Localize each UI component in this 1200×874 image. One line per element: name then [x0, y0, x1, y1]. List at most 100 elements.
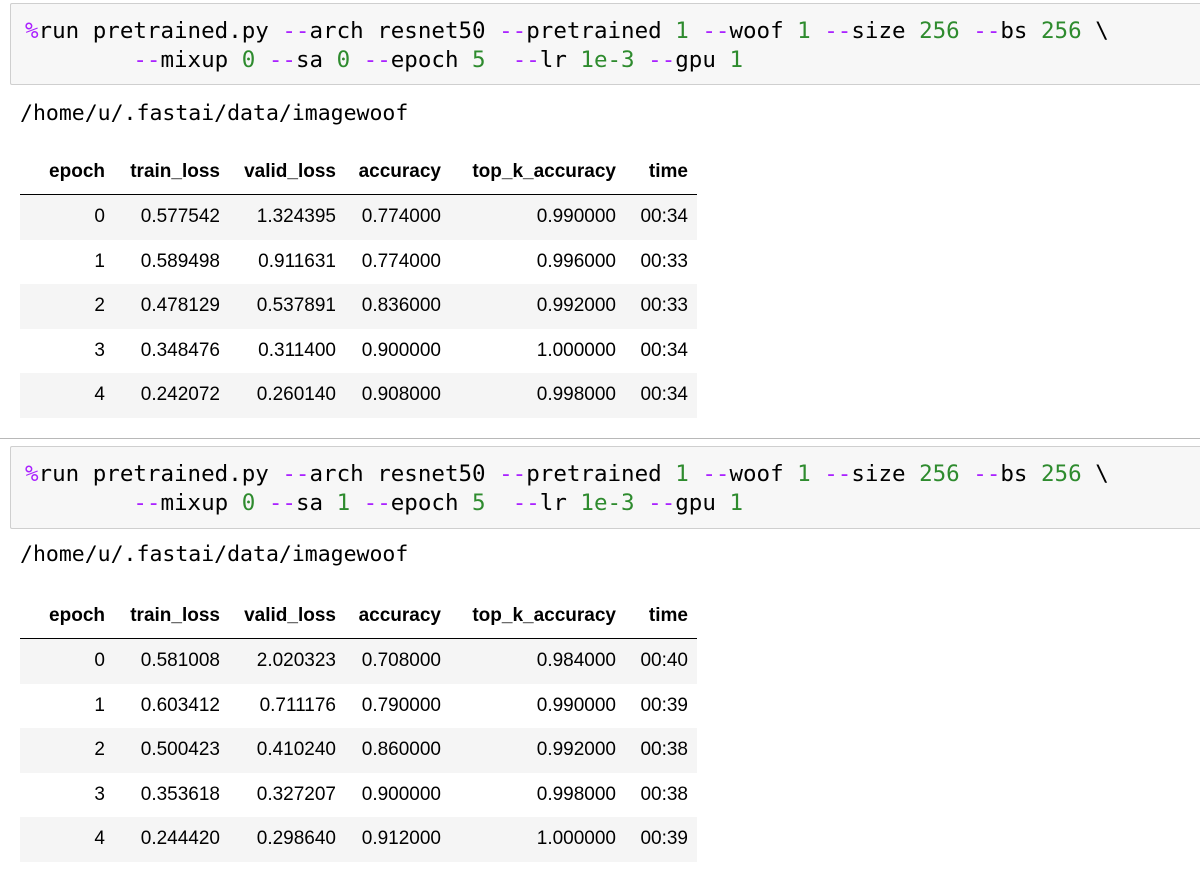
code-token: -- — [499, 461, 527, 487]
code-token: -- — [282, 18, 310, 44]
table-row: 3 0.353618 0.327207 0.900000 0.998000 00:38 — [20, 772, 697, 817]
cell-epoch: 3 — [20, 772, 114, 817]
cell-epoch: 2 — [20, 284, 114, 329]
column-header-top-k-accuracy: top_k_accuracy — [450, 594, 625, 639]
code-input-cell-1[interactable]: %run pretrained.py --arch resnet50 --pre… — [10, 3, 1200, 85]
code-token: -- — [512, 47, 540, 73]
code-token: mixup — [160, 490, 242, 516]
table-row: 3 0.348476 0.311400 0.900000 1.000000 00:34 — [20, 328, 697, 373]
code-token: 256 — [1041, 461, 1082, 487]
cell-valid-loss: 0.327207 — [229, 772, 345, 817]
code-token: 256 — [919, 461, 960, 487]
cell-epoch: 1 — [20, 239, 114, 284]
cell-top-k-accuracy: 0.990000 — [450, 194, 625, 240]
code-token: run pretrained.py — [38, 18, 283, 44]
cell-time: 00:39 — [625, 817, 697, 862]
code-token: -- — [512, 490, 540, 516]
cell-valid-loss: 0.311400 — [229, 328, 345, 373]
results-table: epoch train_loss valid_loss accuracy top_k_a… — [20, 594, 697, 862]
code-token: 256 — [919, 18, 960, 44]
cell-valid-loss: 0.298640 — [229, 817, 345, 862]
cell-epoch: 0 — [20, 194, 114, 240]
column-header-top-k-accuracy: top_k_accuracy — [450, 150, 625, 195]
code-token: 5 — [472, 47, 486, 73]
cell-top-k-accuracy: 1.000000 — [450, 817, 625, 862]
table-row: 2 0.500423 0.410240 0.860000 0.992000 00:38 — [20, 728, 697, 773]
code-token: arch resnet50 — [309, 18, 500, 44]
cell-epoch: 0 — [20, 638, 114, 684]
code-token: -- — [363, 47, 391, 73]
code-token: -- — [363, 490, 391, 516]
code-token: 1 — [797, 18, 811, 44]
cell-time: 00:38 — [625, 772, 697, 817]
cell-accuracy: 0.708000 — [345, 638, 450, 684]
code-token: -- — [648, 47, 676, 73]
code-token: -- — [133, 490, 161, 516]
cell-train-loss: 0.581008 — [114, 638, 229, 684]
cell-accuracy: 0.774000 — [345, 194, 450, 240]
table-row: 1 0.589498 0.911631 0.774000 0.996000 00:33 — [20, 239, 697, 284]
code-token: pretrained — [526, 18, 676, 44]
cell-valid-loss: 0.537891 — [229, 284, 345, 329]
cell-separator — [0, 438, 1200, 439]
cell-top-k-accuracy: 0.984000 — [450, 638, 625, 684]
code-token: -- — [268, 490, 296, 516]
cell-train-loss: 0.500423 — [114, 728, 229, 773]
table-header-row: epoch train_loss valid_loss accuracy top_k_a… — [20, 594, 697, 639]
code-token: 0 — [241, 490, 256, 516]
code-token: 1 — [729, 490, 743, 516]
cell-accuracy: 0.860000 — [345, 728, 450, 773]
cell-epoch: 4 — [20, 817, 114, 862]
cell-accuracy: 0.908000 — [345, 373, 450, 418]
code-line-1: %run pretrained.py --arch resnet50 --pre… — [25, 17, 1109, 46]
cell-valid-loss: 0.711176 — [229, 683, 345, 728]
code-token: -- — [824, 461, 852, 487]
code-token: 1 — [675, 461, 689, 487]
cell-epoch: 2 — [20, 728, 114, 773]
cell-top-k-accuracy: 0.998000 — [450, 373, 625, 418]
cell-train-loss: 0.589498 — [114, 239, 229, 284]
code-token: 0 — [241, 47, 256, 73]
table-row: 1 0.603412 0.711176 0.790000 0.990000 00:39 — [20, 683, 697, 728]
code-token: \ — [1081, 461, 1109, 487]
cell-train-loss: 0.478129 — [114, 284, 229, 329]
column-header-time: time — [625, 594, 697, 639]
cell-top-k-accuracy: 0.996000 — [450, 239, 625, 284]
code-token: -- — [268, 47, 296, 73]
column-header-accuracy: accuracy — [345, 150, 450, 195]
output-path: /home/u/.fastai/data/imagewoof — [20, 542, 409, 567]
code-token: bs — [1000, 18, 1042, 44]
code-token: bs — [1000, 461, 1042, 487]
code-token: -- — [282, 461, 310, 487]
code-token: % — [25, 18, 39, 44]
cell-accuracy: 0.900000 — [345, 772, 450, 817]
code-token: 5 — [472, 490, 486, 516]
column-header-valid-loss: valid_loss — [229, 594, 345, 639]
table-row: 0 0.577542 1.324395 0.774000 0.990000 00:34 — [20, 194, 697, 240]
table-row: 2 0.478129 0.537891 0.836000 0.992000 00:33 — [20, 284, 697, 329]
table-row: 4 0.242072 0.260140 0.908000 0.998000 00:34 — [20, 373, 697, 418]
code-line-1: %run pretrained.py --arch resnet50 --pre… — [25, 460, 1109, 489]
code-token: 256 — [1041, 18, 1082, 44]
code-token: lr — [539, 47, 581, 73]
table-row: 0 0.581008 2.020323 0.708000 0.984000 00:40 — [20, 638, 697, 684]
code-token: epoch — [390, 490, 473, 516]
cell-valid-loss: 2.020323 — [229, 638, 345, 684]
code-token: 1 — [729, 47, 743, 73]
cell-top-k-accuracy: 0.992000 — [450, 284, 625, 329]
code-token: mixup — [160, 47, 242, 73]
code-token: gpu — [675, 47, 730, 73]
cell-time: 00:40 — [625, 638, 697, 684]
cell-time: 00:34 — [625, 373, 697, 418]
column-header-time: time — [625, 150, 697, 195]
code-token: -- — [973, 18, 1001, 44]
code-input-cell-2[interactable]: %run pretrained.py --arch resnet50 --pre… — [10, 446, 1200, 529]
code-token: \ — [1081, 18, 1109, 44]
